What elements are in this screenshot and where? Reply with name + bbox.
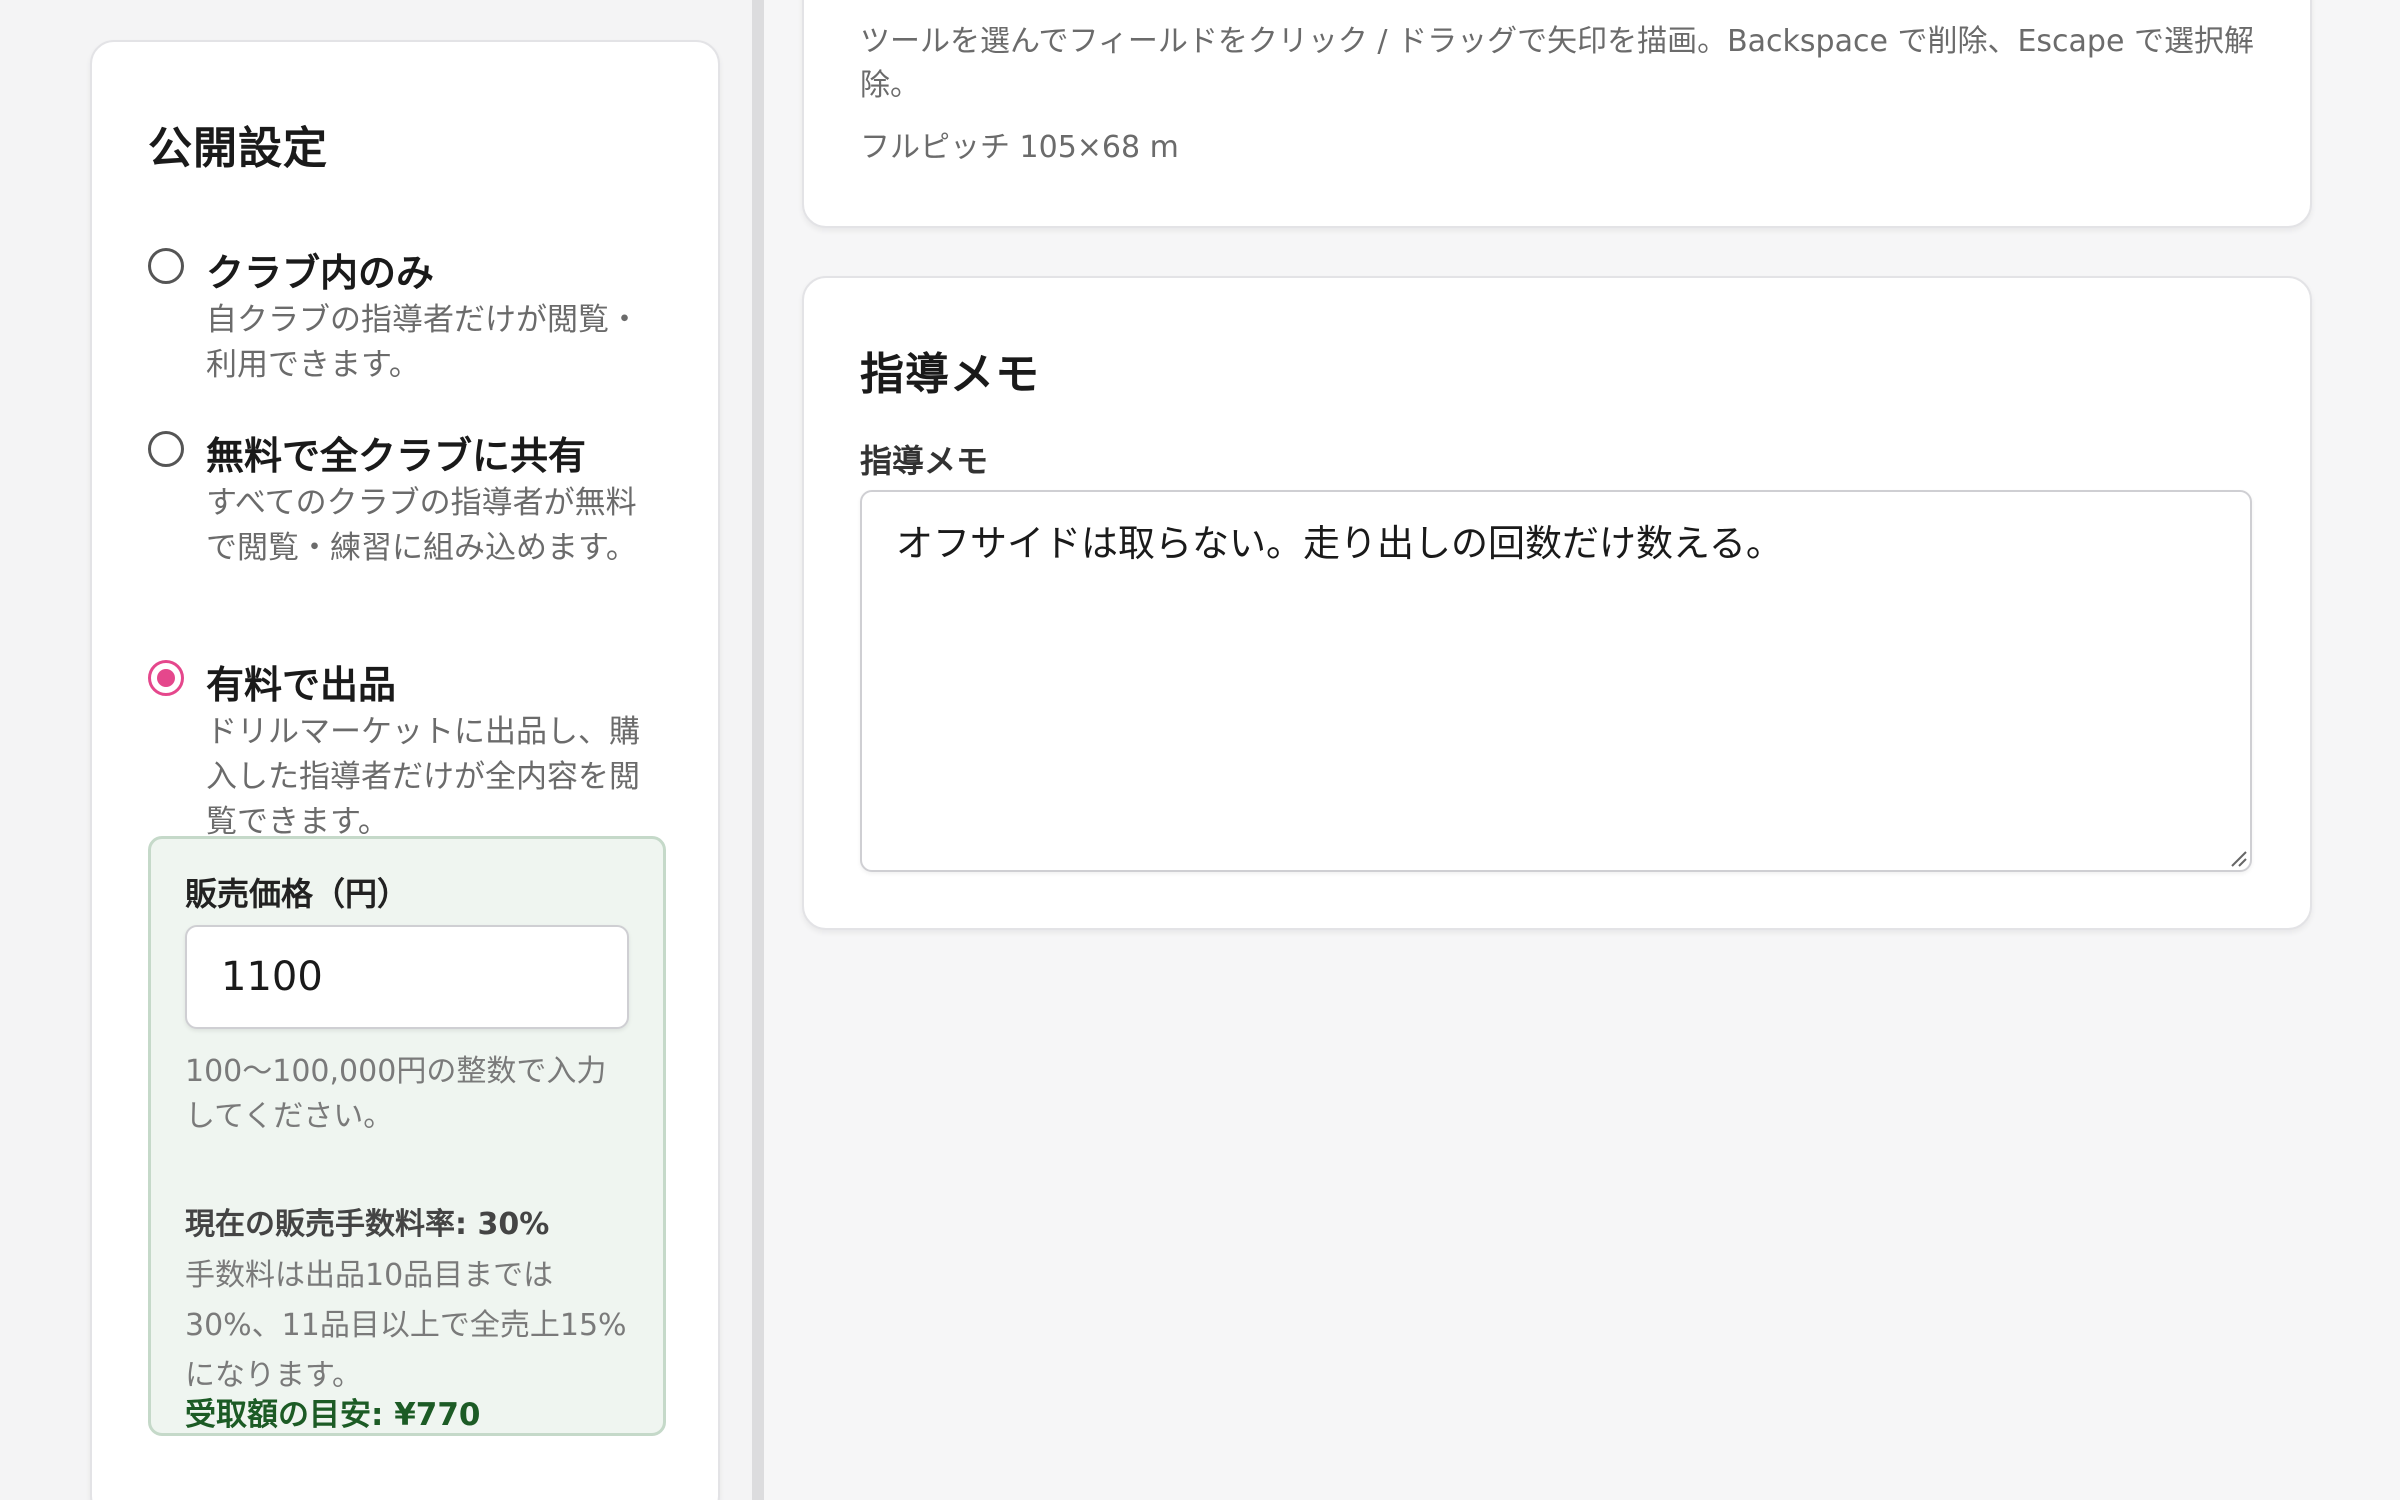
fee-note-text: 手数料は出品10品目までは30%、11品目以上で全売上15%になります。 xyxy=(185,1258,627,1393)
radio-free-share[interactable] xyxy=(148,431,184,467)
price-help-text: 100〜100,000円の整数で入力してください。 xyxy=(185,1054,607,1134)
tools-instructions: ツールを選んでフィールドをクリック / ドラッグで矢印を描画。Backspace… xyxy=(860,24,2254,103)
option-description: 自クラブの指導者だけが閲覧・利用できます。 xyxy=(206,302,640,383)
price-settings-box: 販売価格（円） 100〜100,000円の整数で入力してください。 現在の販売手… xyxy=(148,836,666,1436)
payout-estimate: 受取額の目安: ¥770 xyxy=(185,1397,481,1433)
option-label[interactable]: クラブ内のみ xyxy=(206,242,434,297)
option-label[interactable]: 有料で出品 xyxy=(206,654,396,709)
column-divider xyxy=(752,0,764,1500)
left-column: 公開設定 クラブ内のみ 自クラブの指導者だけが閲覧・利用できます。 無料で全クラ… xyxy=(0,0,752,1500)
option-label[interactable]: 無料で全クラブに共有 xyxy=(206,425,586,480)
radio-paid-listing[interactable] xyxy=(148,660,184,696)
option-description: ドリルマーケットに出品し、購入した指導者だけが全内容を閲覧できます。 xyxy=(206,714,640,840)
visibility-settings-card: 公開設定 クラブ内のみ 自クラブの指導者だけが閲覧・利用できます。 無料で全クラ… xyxy=(90,40,720,1500)
radio-club-only[interactable] xyxy=(148,248,184,284)
resize-handle-icon[interactable] xyxy=(2228,848,2248,868)
visibility-settings-title: 公開設定 xyxy=(148,123,328,174)
price-label: 販売価格（円） xyxy=(185,875,410,913)
option-description: すべてのクラブの指導者が無料で閲覧・練習に組み込めます。 xyxy=(206,485,637,566)
coaching-memo-card: 指導メモ 指導メモ オフサイドは取らない。走り出しの回数だけ数える。 xyxy=(802,276,2312,930)
fee-rate-text: 現在の販売手数料率: 30% xyxy=(185,1207,550,1242)
drawing-tools-card: ツールを選んでフィールドをクリック / ドラッグで矢印を描画。Backspace… xyxy=(802,0,2312,228)
memo-field-label: 指導メモ xyxy=(860,442,989,480)
price-input[interactable] xyxy=(185,925,629,1029)
memo-textarea[interactable]: オフサイドは取らない。走り出しの回数だけ数える。 xyxy=(860,490,2252,872)
memo-card-title: 指導メモ xyxy=(860,349,1040,400)
pitch-size-label: フルピッチ 105×68 m xyxy=(860,130,1179,165)
right-column: ツールを選んでフィールドをクリック / ドラッグで矢印を描画。Backspace… xyxy=(764,0,2400,1500)
